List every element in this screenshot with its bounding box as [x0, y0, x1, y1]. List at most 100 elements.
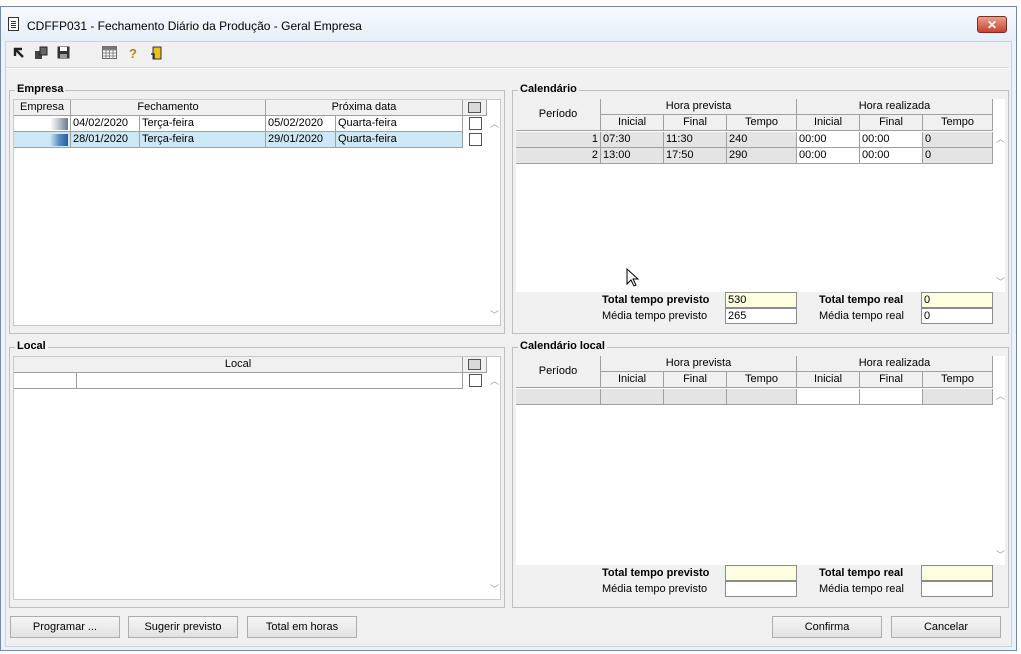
- exit-door-icon[interactable]: [148, 46, 164, 62]
- scroll-down-icon[interactable]: ﹀: [996, 551, 1005, 560]
- table-row-cell-local-name[interactable]: [77, 373, 463, 389]
- table-row-cell-real-tempo[interactable]: 0: [923, 132, 993, 148]
- column-header-periodo[interactable]: Período: [516, 356, 601, 388]
- column-header-prev-inicial[interactable]: Inicial: [601, 372, 664, 388]
- close-button[interactable]: ✕: [977, 16, 1007, 33]
- table-row-cell-prev-tempo[interactable]: 240: [727, 132, 797, 148]
- column-header-proxima-data[interactable]: Próxima data: [266, 100, 463, 116]
- column-header-select-all[interactable]: [463, 100, 487, 116]
- column-header-local[interactable]: Local: [14, 357, 463, 373]
- total-real-field[interactable]: [921, 565, 993, 581]
- column-header-real-final[interactable]: Final: [860, 372, 923, 388]
- table-row-cell-fechamento-data[interactable]: 04/02/2020: [71, 116, 140, 132]
- sugerir-previsto-button[interactable]: Sugerir previsto: [128, 616, 238, 638]
- header-checkbox[interactable]: [468, 359, 481, 370]
- scroll-up-icon[interactable]: ︿: [490, 120, 499, 129]
- row-checkbox[interactable]: [469, 133, 482, 146]
- table-row-cell-fechamento-dia[interactable]: Terça-feira: [140, 132, 266, 148]
- vertical-scrollbar[interactable]: ︿ ﹀: [993, 388, 1005, 565]
- table-row-cell-proxima-data[interactable]: 05/02/2020: [266, 116, 336, 132]
- column-header-real-final[interactable]: Final: [860, 115, 923, 131]
- column-header-prev-tempo[interactable]: Tempo: [727, 115, 797, 131]
- column-header-empresa[interactable]: Empresa: [14, 100, 71, 116]
- save-icon[interactable]: [55, 46, 71, 62]
- vertical-scrollbar[interactable]: ︿ ﹀: [487, 373, 500, 599]
- calendario-table: Período Hora prevista Hora realizada Ini…: [516, 99, 1005, 324]
- calendar-grid-icon[interactable]: [101, 46, 117, 62]
- table-row-cell-proxima-data[interactable]: 29/01/2020: [266, 132, 336, 148]
- table-row-cell-periodo[interactable]: [516, 389, 601, 405]
- column-header-prev-tempo[interactable]: Tempo: [727, 372, 797, 388]
- table-row-cell-local-code[interactable]: [14, 373, 77, 389]
- total-previsto-field[interactable]: [725, 565, 797, 581]
- table-row-cell-prev-tempo[interactable]: 290: [727, 148, 797, 164]
- total-real-field[interactable]: 0: [921, 292, 993, 308]
- table-row-cell-fechamento-data[interactable]: 28/01/2020: [71, 132, 140, 148]
- header-checkbox[interactable]: [468, 102, 481, 113]
- table-row-cell-prev-tempo[interactable]: [727, 389, 797, 405]
- table-row-cell-real-inicial[interactable]: 00:00: [797, 132, 860, 148]
- table-row-cell-prev-final[interactable]: 17:50: [664, 148, 727, 164]
- vertical-scrollbar[interactable]: ︿ ﹀: [993, 131, 1005, 292]
- cancelar-button[interactable]: Cancelar: [891, 616, 1001, 638]
- scroll-up-icon[interactable]: ︿: [996, 135, 1005, 144]
- programar-button[interactable]: Programar ...: [10, 616, 120, 638]
- table-row-cell-periodo[interactable]: 2: [516, 148, 601, 164]
- table-row-cell-proxima-dia[interactable]: Quarta-feira: [336, 116, 463, 132]
- media-real-label: Média tempo real: [819, 583, 904, 595]
- column-header-real-tempo[interactable]: Tempo: [923, 372, 993, 388]
- column-header-prev-final[interactable]: Final: [664, 115, 727, 131]
- blurred-empresa-code: [50, 134, 68, 146]
- help-icon[interactable]: ?: [125, 46, 141, 62]
- media-real-field[interactable]: [921, 581, 993, 597]
- row-checkbox[interactable]: [469, 117, 482, 130]
- table-row-cell-prev-final[interactable]: 11:30: [664, 132, 727, 148]
- row-checkbox[interactable]: [469, 374, 482, 387]
- media-real-label: Média tempo real: [819, 310, 904, 322]
- calendario-group: Calendário Período Hora prevista Hora re…: [512, 83, 1009, 334]
- title-bar[interactable]: CDFFP031 - Fechamento Diário da Produção…: [1, 7, 1016, 41]
- total-previsto-field[interactable]: 530: [725, 292, 797, 308]
- table-row-cell-periodo[interactable]: 1: [516, 132, 601, 148]
- confirma-button[interactable]: Confirma: [772, 616, 882, 638]
- media-previsto-field[interactable]: [725, 581, 797, 597]
- table-row-cell-prev-final[interactable]: [664, 389, 727, 405]
- column-header-real-inicial[interactable]: Inicial: [797, 115, 860, 131]
- table-row-cell-real-final[interactable]: [860, 389, 923, 405]
- empresa-group: Empresa Empresa Fechamento Próxima data …: [9, 83, 505, 334]
- client-area: ? Empresa Empresa Fechamento Próxima dat…: [5, 41, 1012, 647]
- local-group: Local Local ︿ ﹀: [9, 340, 505, 608]
- table-row-cell-fechamento-dia[interactable]: Terça-feira: [140, 116, 266, 132]
- window-title: CDFFP031 - Fechamento Diário da Produção…: [27, 19, 362, 33]
- total-em-horas-button[interactable]: Total em horas: [247, 616, 357, 638]
- table-row-cell-prev-inicial[interactable]: 13:00: [601, 148, 664, 164]
- media-previsto-field[interactable]: 265: [725, 308, 797, 324]
- table-row-cell-real-final[interactable]: 00:00: [860, 132, 923, 148]
- table-row-cell-real-tempo[interactable]: [923, 389, 993, 405]
- media-real-field[interactable]: 0: [921, 308, 993, 324]
- column-header-fechamento[interactable]: Fechamento: [71, 100, 266, 116]
- scroll-up-icon[interactable]: ︿: [490, 377, 499, 386]
- column-header-real-inicial[interactable]: Inicial: [797, 372, 860, 388]
- column-header-periodo[interactable]: Período: [516, 99, 601, 131]
- table-row-cell-prev-inicial[interactable]: [601, 389, 664, 405]
- column-header-real-tempo[interactable]: Tempo: [923, 115, 993, 131]
- table-row-cell-prev-inicial[interactable]: 07:30: [601, 132, 664, 148]
- table-row-cell-real-inicial[interactable]: 00:00: [797, 148, 860, 164]
- toolbar-separator: [6, 67, 1009, 69]
- scroll-down-icon[interactable]: ﹀: [996, 278, 1005, 287]
- copy-icon[interactable]: [33, 46, 49, 62]
- table-row-cell-real-inicial[interactable]: [797, 389, 860, 405]
- scroll-down-icon[interactable]: ﹀: [490, 585, 499, 594]
- column-header-select-all[interactable]: [463, 357, 487, 373]
- toolbar: ?: [8, 43, 1008, 65]
- table-row-cell-proxima-dia[interactable]: Quarta-feira: [336, 132, 463, 148]
- column-header-prev-inicial[interactable]: Inicial: [601, 115, 664, 131]
- table-row-cell-real-tempo[interactable]: 0: [923, 148, 993, 164]
- vertical-scrollbar[interactable]: ︿ ﹀: [487, 116, 500, 325]
- scroll-down-icon[interactable]: ﹀: [490, 311, 499, 320]
- arrow-up-left-icon[interactable]: [11, 46, 27, 62]
- column-header-prev-final[interactable]: Final: [664, 372, 727, 388]
- table-row-cell-real-final[interactable]: 00:00: [860, 148, 923, 164]
- scroll-up-icon[interactable]: ︿: [996, 392, 1005, 401]
